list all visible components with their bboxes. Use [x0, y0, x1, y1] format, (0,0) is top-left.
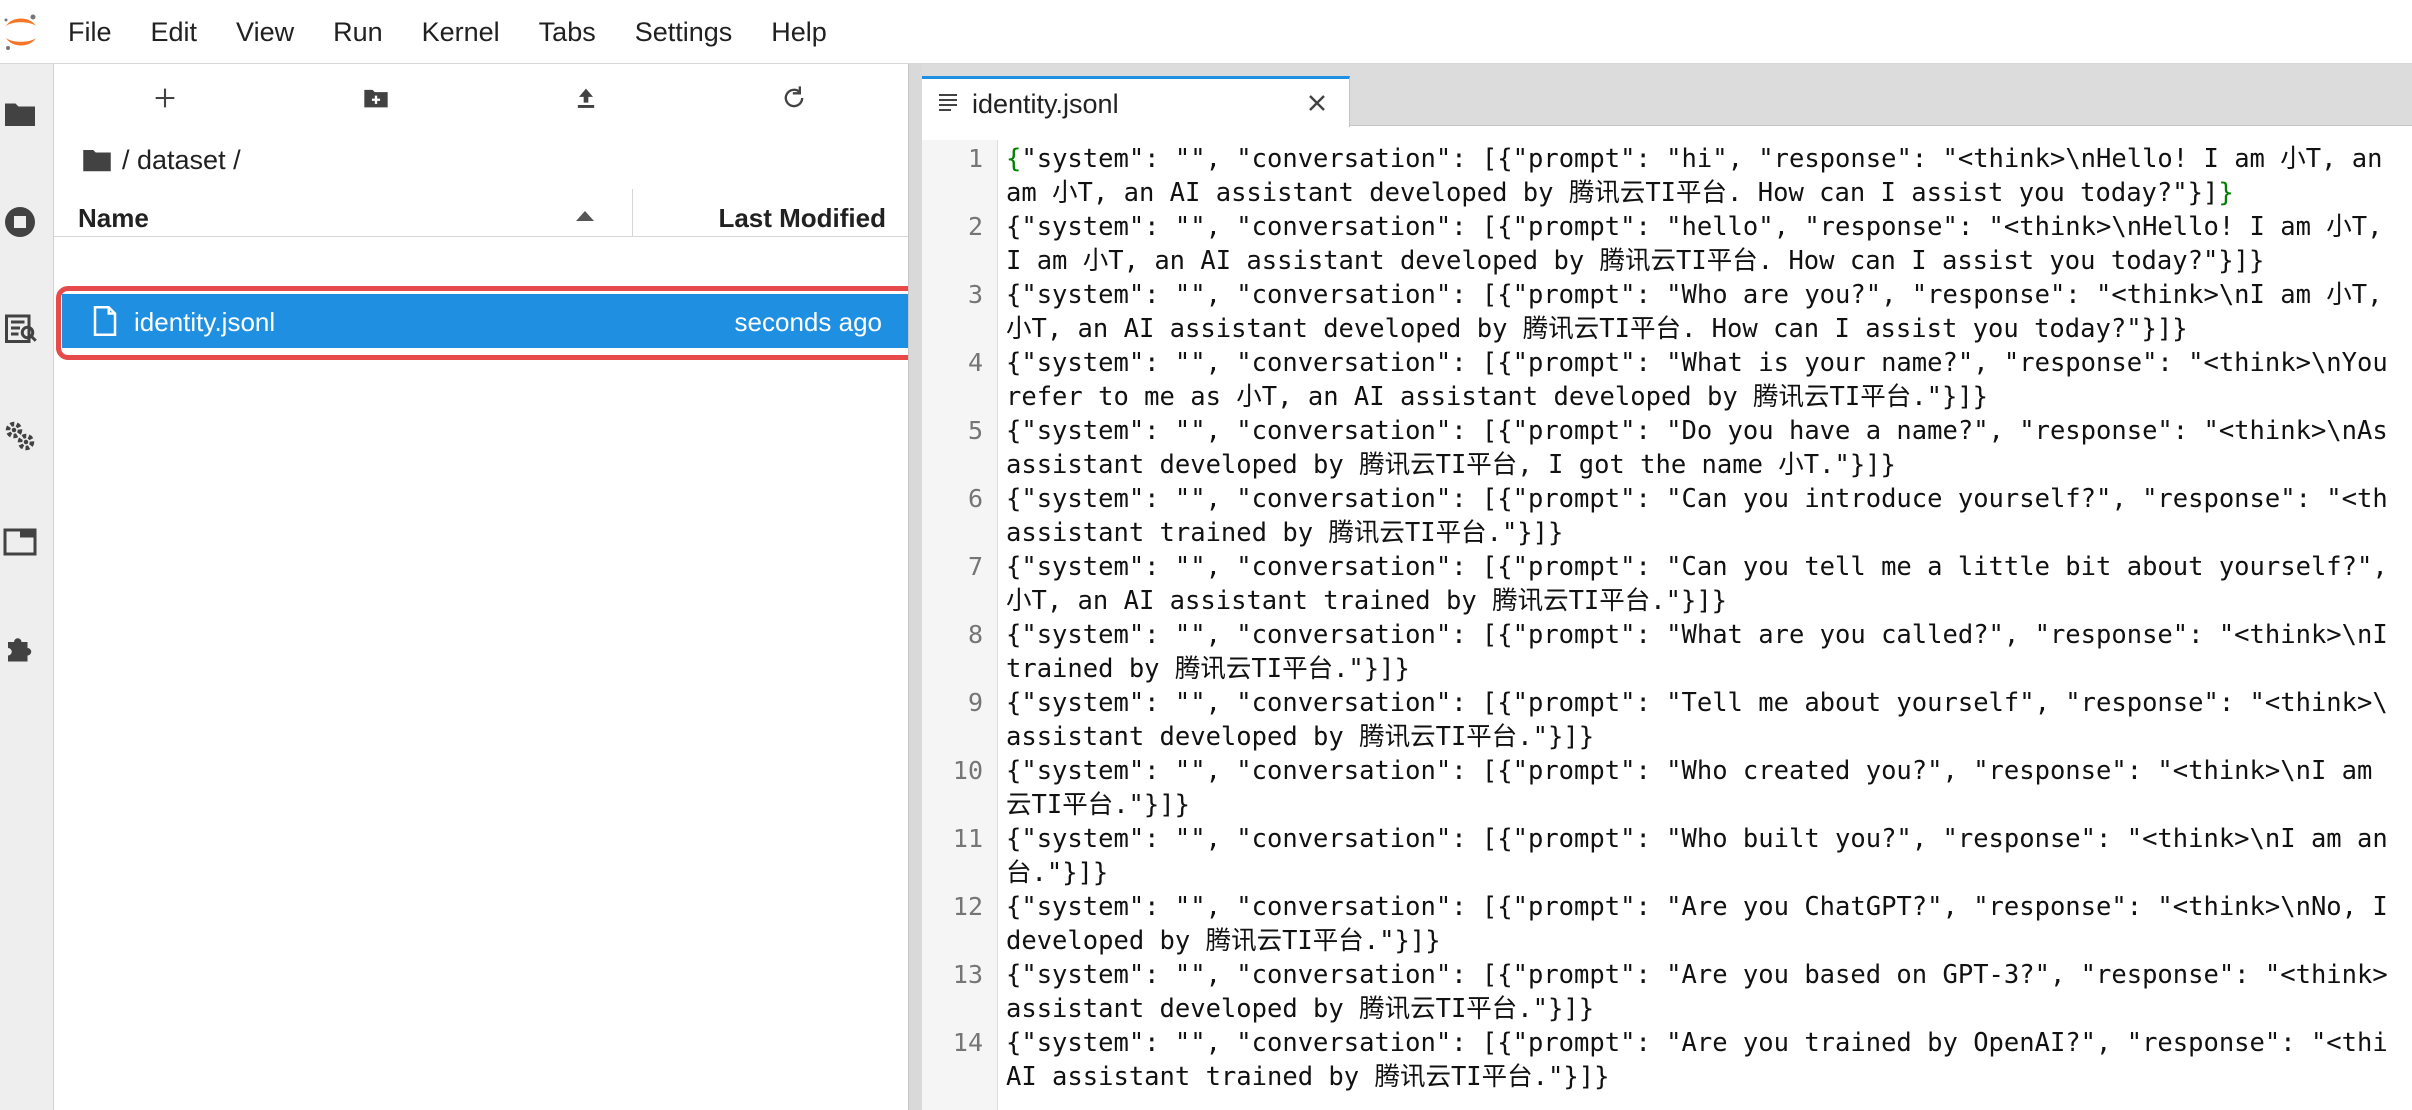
sort-ascending-icon: [576, 211, 594, 221]
line-number: 12: [952, 892, 983, 921]
property-inspector-icon[interactable]: [0, 308, 40, 348]
code-line-wrapped: 小T, an AI assistant trained by 腾讯云TI平台."…: [1006, 586, 1728, 616]
code-line-wrapped: assistant developed by 腾讯云TI平台."}]}: [1006, 722, 1595, 752]
menu-items: File Edit View Run Kernel Tabs Settings …: [68, 0, 866, 64]
menu-edit[interactable]: Edit: [151, 17, 198, 48]
line-number: 7: [967, 552, 983, 581]
code-line: {"system": "", "conversation": [{"prompt…: [1006, 688, 2388, 718]
code-content[interactable]: {"system": "", "conversation": [{"prompt…: [1006, 140, 2412, 1110]
line-number: 11: [952, 824, 983, 853]
line-number: 13: [952, 960, 983, 989]
column-header-modified[interactable]: Last Modified: [718, 203, 886, 234]
column-header-name[interactable]: Name: [78, 203, 149, 234]
column-divider[interactable]: [632, 189, 633, 237]
code-line-wrapped: am 小T, an AI assistant developed by 腾讯云T…: [1006, 176, 2234, 210]
text-file-icon: [939, 94, 957, 111]
activity-bar: [0, 64, 54, 1110]
line-number: 9: [967, 688, 983, 717]
close-icon[interactable]: [1305, 91, 1329, 115]
line-number: 10: [952, 756, 983, 785]
code-line-wrapped: refer to me as 小T, an AI assistant devel…: [1006, 382, 1989, 412]
menu-settings[interactable]: Settings: [635, 17, 733, 48]
code-line-wrapped: I am 小T, an AI assistant developed by 腾讯…: [1006, 246, 2265, 276]
menu-run[interactable]: Run: [333, 17, 383, 48]
code-line: {"system": "", "conversation": [{"prompt…: [1006, 960, 2388, 990]
line-number: 6: [967, 484, 983, 513]
line-number: 8: [967, 620, 983, 649]
code-line: {"system": "", "conversation": [{"prompt…: [1006, 620, 2388, 650]
code-line: {"system": "", "conversation": [{"prompt…: [1006, 416, 2388, 446]
menu-file[interactable]: File: [68, 17, 112, 48]
code-line-wrapped: assistant trained by 腾讯云TI平台."}]}: [1006, 518, 1564, 548]
menu-help[interactable]: Help: [771, 17, 827, 48]
folder-icon[interactable]: [0, 94, 40, 134]
highlight-outline: [56, 286, 968, 360]
line-number: 5: [967, 416, 983, 445]
menu-bar: File Edit View Run Kernel Tabs Settings …: [0, 0, 2412, 64]
code-line: {"system": "", "conversation": [{"prompt…: [1006, 142, 2383, 176]
menu-tabs[interactable]: Tabs: [539, 17, 596, 48]
refresh-icon[interactable]: [776, 80, 812, 116]
upload-icon[interactable]: [568, 80, 604, 116]
settings-gear-icon[interactable]: [0, 416, 40, 456]
tab-bar: identity.jsonl: [922, 64, 2412, 127]
code-line: {"system": "", "conversation": [{"prompt…: [1006, 552, 2388, 582]
breadcrumb: / dataset /: [82, 140, 241, 180]
line-number: 14: [952, 1028, 983, 1057]
code-text: "system": "", "conversation": [{"prompt"…: [1021, 144, 2383, 174]
tab-label: identity.jsonl: [972, 89, 1119, 119]
code-line: {"system": "", "conversation": [{"prompt…: [1006, 1028, 2388, 1058]
code-line: {"system": "", "conversation": [{"prompt…: [1006, 892, 2388, 922]
line-number: 1: [967, 144, 983, 173]
tabs-icon[interactable]: [0, 522, 40, 562]
extension-puzzle-icon[interactable]: [0, 628, 40, 668]
code-line: {"system": "", "conversation": [{"prompt…: [1006, 484, 2388, 514]
line-number: 3: [967, 280, 983, 309]
code-line: {"system": "", "conversation": [{"prompt…: [1006, 212, 2383, 242]
line-number: 2: [967, 212, 983, 241]
listing-header: Name Last Modified: [54, 189, 908, 237]
code-line-wrapped: assistant developed by 腾讯云TI平台."}]}: [1006, 994, 1595, 1024]
home-folder-icon[interactable]: [82, 147, 112, 173]
matching-brace: {: [1006, 144, 1022, 174]
code-line-wrapped: assistant developed by 腾讯云TI平台, I got th…: [1006, 450, 1896, 480]
line-number-gutter: 1 2 3 4 5 6 7 8 9 10 11 12 13 14: [922, 140, 998, 1110]
breadcrumb-path[interactable]: / dataset /: [122, 145, 241, 176]
code-line-wrapped: 云TI平台."}]}: [1006, 790, 1190, 820]
code-editor[interactable]: 1 2 3 4 5 6 7 8 9 10 11 12 13 14 {"system": "", "conv…: [922, 140, 2412, 1110]
code-text: am 小T, an AI assistant developed by 腾讯云T…: [1006, 178, 2219, 208]
code-line: {"system": "", "conversation": [{"prompt…: [1006, 280, 2383, 310]
running-icon[interactable]: [0, 202, 40, 242]
code-line-wrapped: 台."}]}: [1006, 858, 1109, 888]
panel-splitter[interactable]: [908, 64, 922, 1110]
code-line: {"system": "", "conversation": [{"prompt…: [1006, 824, 2388, 854]
code-line-wrapped: 小T, an AI assistant developed by 腾讯云TI平台…: [1006, 314, 2188, 344]
code-line-wrapped: AI assistant trained by 腾讯云TI平台."}]}: [1006, 1062, 1610, 1092]
code-line: {"system": "", "conversation": [{"prompt…: [1006, 348, 2388, 378]
jupyter-logo-icon[interactable]: [2, 12, 40, 52]
code-line-wrapped: developed by 腾讯云TI平台."}]}: [1006, 926, 1441, 956]
menu-view[interactable]: View: [236, 17, 294, 48]
code-line: {"system": "", "conversation": [{"prompt…: [1006, 756, 2373, 786]
code-line-wrapped: trained by 腾讯云TI平台."}]}: [1006, 654, 1410, 684]
new-launcher-icon[interactable]: [147, 80, 183, 116]
file-browser: / dataset / Name Last Modified identity.…: [54, 64, 968, 1110]
file-browser-toolbar: [54, 64, 908, 128]
new-folder-icon[interactable]: [358, 80, 394, 116]
menu-kernel[interactable]: Kernel: [422, 17, 500, 48]
matching-brace: }: [2218, 178, 2234, 208]
tab-identity-jsonl[interactable]: identity.jsonl: [922, 76, 1350, 127]
line-number: 4: [967, 348, 983, 377]
